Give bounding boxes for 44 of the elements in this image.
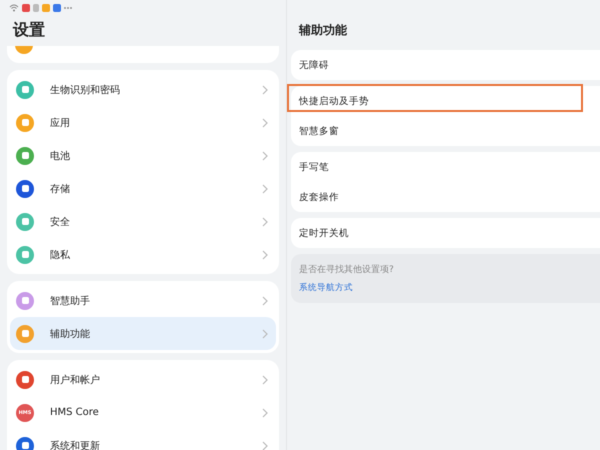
app-icon xyxy=(22,4,30,12)
settings-item[interactable]: 定时开关机 xyxy=(299,218,592,248)
settings-item[interactable]: 电池 xyxy=(10,139,276,172)
settings-item[interactable]: 无障碍 xyxy=(299,50,592,80)
settings-item[interactable]: 隐私 xyxy=(10,238,276,271)
chevron-icon xyxy=(262,408,268,418)
item-label: HMS Core xyxy=(50,407,100,418)
chevron-icon xyxy=(262,118,268,128)
settings-item[interactable]: 智慧助手 xyxy=(10,284,276,317)
chevron-icon xyxy=(262,328,268,338)
item-label: 辅助功能 xyxy=(50,328,91,340)
settings-item[interactable]: 用户和帐户 xyxy=(10,363,276,396)
settings-item[interactable]: 皮套操作 xyxy=(299,182,592,212)
item-label: 用户和帐户 xyxy=(50,374,101,386)
settings-item[interactable]: 应用 xyxy=(10,106,276,139)
settings-item[interactable]: 系统和更新 xyxy=(10,429,276,450)
item-label: 智慧助手 xyxy=(50,294,91,308)
item-label: 应用 xyxy=(50,116,71,130)
settings-item[interactable]: 快捷启动及手势 xyxy=(299,86,592,116)
link[interactable]: 系统导航方式 xyxy=(299,282,353,294)
page-title: 辅助功能 xyxy=(298,22,348,39)
chevron-icon xyxy=(262,440,268,450)
page-title: 设置 xyxy=(12,19,46,41)
chevron-icon xyxy=(262,296,268,306)
item-label: 隐私 xyxy=(50,248,71,262)
settings-item[interactable]: 安全 xyxy=(10,205,276,238)
chevron-icon xyxy=(262,84,268,94)
item-label: 电池 xyxy=(50,150,71,162)
settings-item[interactable]: 智慧多窗 xyxy=(299,116,592,146)
settings-item[interactable]: 辅助功能 xyxy=(10,317,276,350)
chevron-icon xyxy=(262,184,268,194)
hint-text: 是否在寻找其他设置项? xyxy=(299,264,395,276)
settings-item[interactable]: 手写笔 xyxy=(299,152,592,182)
settings-item[interactable]: 存储 xyxy=(10,172,276,205)
wifi-icon xyxy=(9,4,19,12)
item-label: 系统和更新 xyxy=(50,440,101,450)
item-label: 生物识别和密码 xyxy=(50,84,121,96)
item-label: 存储 xyxy=(50,182,71,196)
chevron-icon xyxy=(262,150,268,160)
chevron-icon xyxy=(262,216,268,226)
chevron-icon xyxy=(262,374,268,384)
item-label: 安全 xyxy=(50,216,71,228)
settings-item[interactable]: 生物识别和密码 xyxy=(10,73,276,106)
chevron-icon xyxy=(262,250,268,260)
